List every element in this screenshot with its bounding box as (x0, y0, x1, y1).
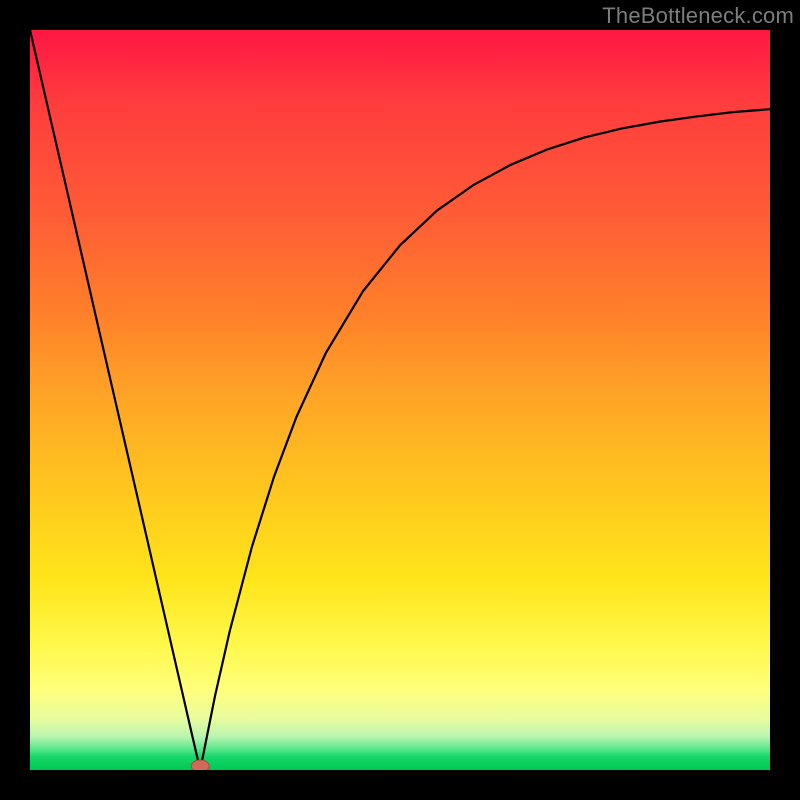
curve-left-branch (30, 30, 200, 770)
curve-right-branch (200, 109, 770, 770)
chart-svg (30, 30, 770, 770)
minimum-marker (191, 760, 209, 770)
chart-frame: TheBottleneck.com (0, 0, 800, 800)
plot-area (30, 30, 770, 770)
watermark-text: TheBottleneck.com (602, 3, 794, 29)
